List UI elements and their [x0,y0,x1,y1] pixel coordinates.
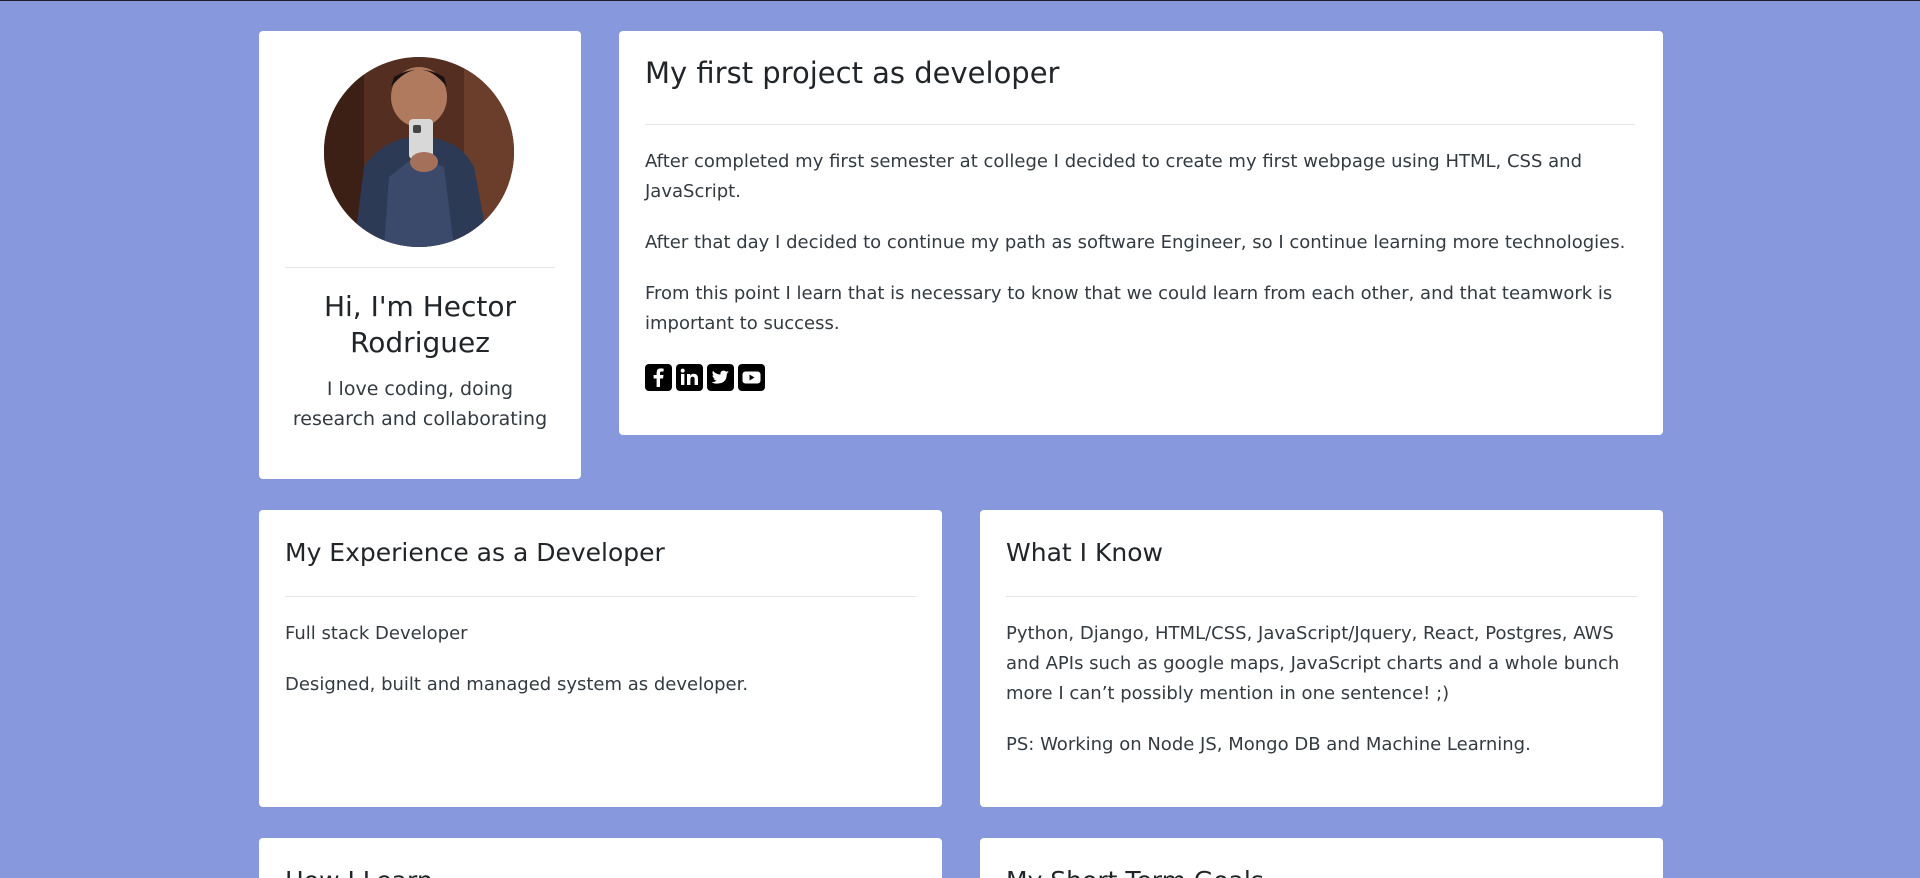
twitter-icon[interactable] [707,364,734,391]
paragraph: Full stack Developer [285,623,468,644]
card-title: My first project as developer [645,56,1060,90]
project-card: My first project as developer After comp… [619,31,1663,435]
card-divider [645,124,1635,125]
card-title: What I Know [1006,538,1163,567]
profile-tagline: I love coding, doing research and collab… [292,378,548,430]
facebook-icon[interactable] [645,364,672,391]
profile-card: Hi, I'm Hector Rodriguez I love coding, … [259,31,581,479]
knowledge-card: What I Know Python, Django, HTML/CSS, Ja… [980,510,1663,807]
card-title: My Short Term Goals [1006,864,1264,878]
avatar [324,57,514,247]
paragraph: After completed my first semester at col… [645,151,1582,202]
goals-card: My Short Term Goals [980,838,1663,878]
social-links [645,364,765,391]
learn-card: How I Learn [259,838,942,878]
card-divider [285,596,916,597]
linkedin-icon[interactable] [676,364,703,391]
paragraph: After that day I decided to continue my … [645,232,1626,253]
paragraph: Designed, built and managed system as de… [285,674,749,695]
card-title: How I Learn [285,864,433,878]
top-border [0,0,1920,1]
card-divider [1006,596,1637,597]
experience-card: My Experience as a Developer Full stack … [259,510,942,807]
paragraph: From this point I learn that is necessar… [645,283,1613,334]
card-title: My Experience as a Developer [285,538,665,567]
profile-name: Hi, I'm Hector Rodriguez [323,290,517,359]
paragraph: Python, Django, HTML/CSS, JavaScript/Jqu… [1006,623,1620,704]
paragraph: PS: Working on Node JS, Mongo DB and Mac… [1006,734,1531,755]
youtube-icon[interactable] [738,364,765,391]
profile-divider [285,267,555,268]
